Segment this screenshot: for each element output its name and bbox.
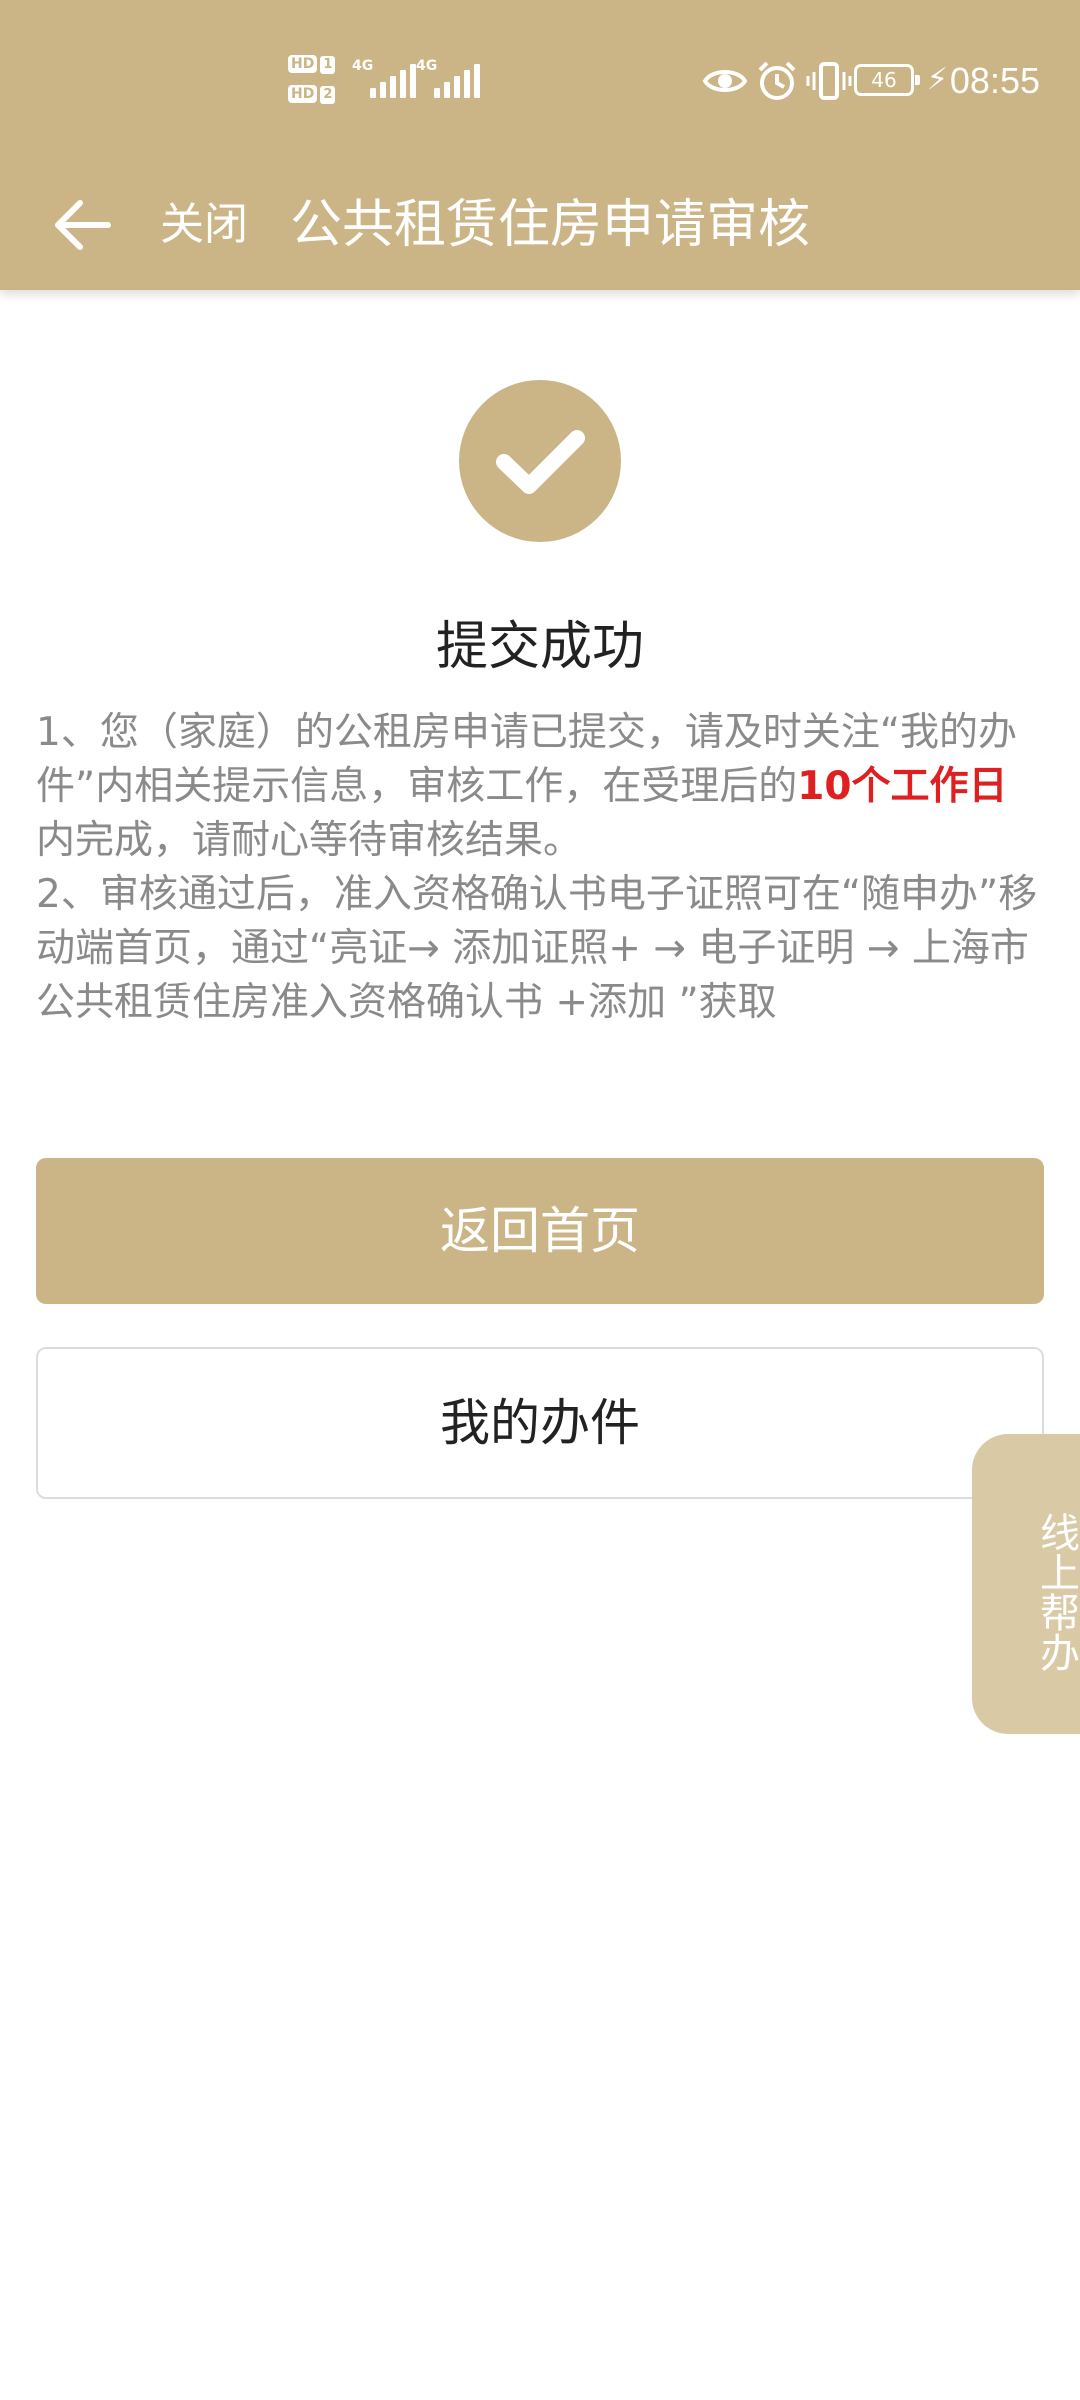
online-help-tab[interactable]: 线上帮办	[972, 1434, 1080, 1734]
hd2-badge: HD	[288, 85, 318, 103]
vibrate-icon	[806, 62, 852, 100]
status-time: 08:55	[949, 60, 1040, 101]
network-type-1: 4G	[352, 58, 374, 74]
eye-icon	[702, 70, 748, 92]
sim-indicators: HD 1 HD 2	[288, 52, 348, 108]
close-button[interactable]: 关闭	[160, 200, 248, 250]
message-paragraph-2: 2、审核通过后，准入资格确认书电子证照可在“随申办”移动端首页，通过“亮证→ 添…	[36, 872, 1038, 1025]
sim1-indicator: HD 1	[288, 52, 342, 74]
hd1-badge: HD	[288, 55, 318, 73]
page-title: 公共租赁住房申请审核	[290, 195, 811, 255]
alarm-icon	[758, 61, 796, 100]
message-text-1b: 内完成，请耐心等待审核结果。	[36, 818, 583, 863]
success-title: 提交成功	[435, 617, 644, 677]
signal-strength-1-icon: 4G	[352, 58, 422, 98]
charging-icon: ⚡	[926, 62, 948, 97]
sim2-indicator: HD 2	[288, 82, 342, 104]
app-header: HD 1 HD 2 4G 4G 46 ⚡ 08:55 关闭 公共租赁住房申请审核	[0, 0, 1080, 290]
message-paragraph-1: 1、您（家庭）的公租房申请已提交，请及时关注“我的办件”内相关提示信息，审核工作…	[36, 706, 1046, 868]
status-bar: HD 1 HD 2 4G 4G 46 ⚡ 08:55	[0, 0, 1080, 160]
network-type-2: 4G	[416, 58, 438, 74]
my-cases-button[interactable]: 我的办件	[36, 1347, 1044, 1499]
online-help-label: 线上帮办	[1033, 1512, 1079, 1672]
battery-icon: 46	[854, 64, 920, 96]
sim1-number: 1	[320, 56, 336, 74]
arrow-left-icon[interactable]	[52, 198, 112, 252]
success-badge	[459, 380, 621, 542]
sim2-number: 2	[320, 86, 336, 104]
result-message: 1、您（家庭）的公租房申请已提交，请及时关注“我的办件”内相关提示信息，审核工作…	[36, 706, 1046, 1030]
signal-strength-2-icon: 4G	[416, 58, 486, 98]
checkmark-icon	[496, 430, 585, 494]
status-right-group: 46 ⚡ 08:55	[680, 50, 1080, 110]
deadline-highlight: 10个工作日	[797, 764, 1008, 809]
nav-bar: 关闭 公共租赁住房申请审核	[0, 160, 1080, 290]
return-home-button[interactable]: 返回首页	[36, 1158, 1044, 1304]
